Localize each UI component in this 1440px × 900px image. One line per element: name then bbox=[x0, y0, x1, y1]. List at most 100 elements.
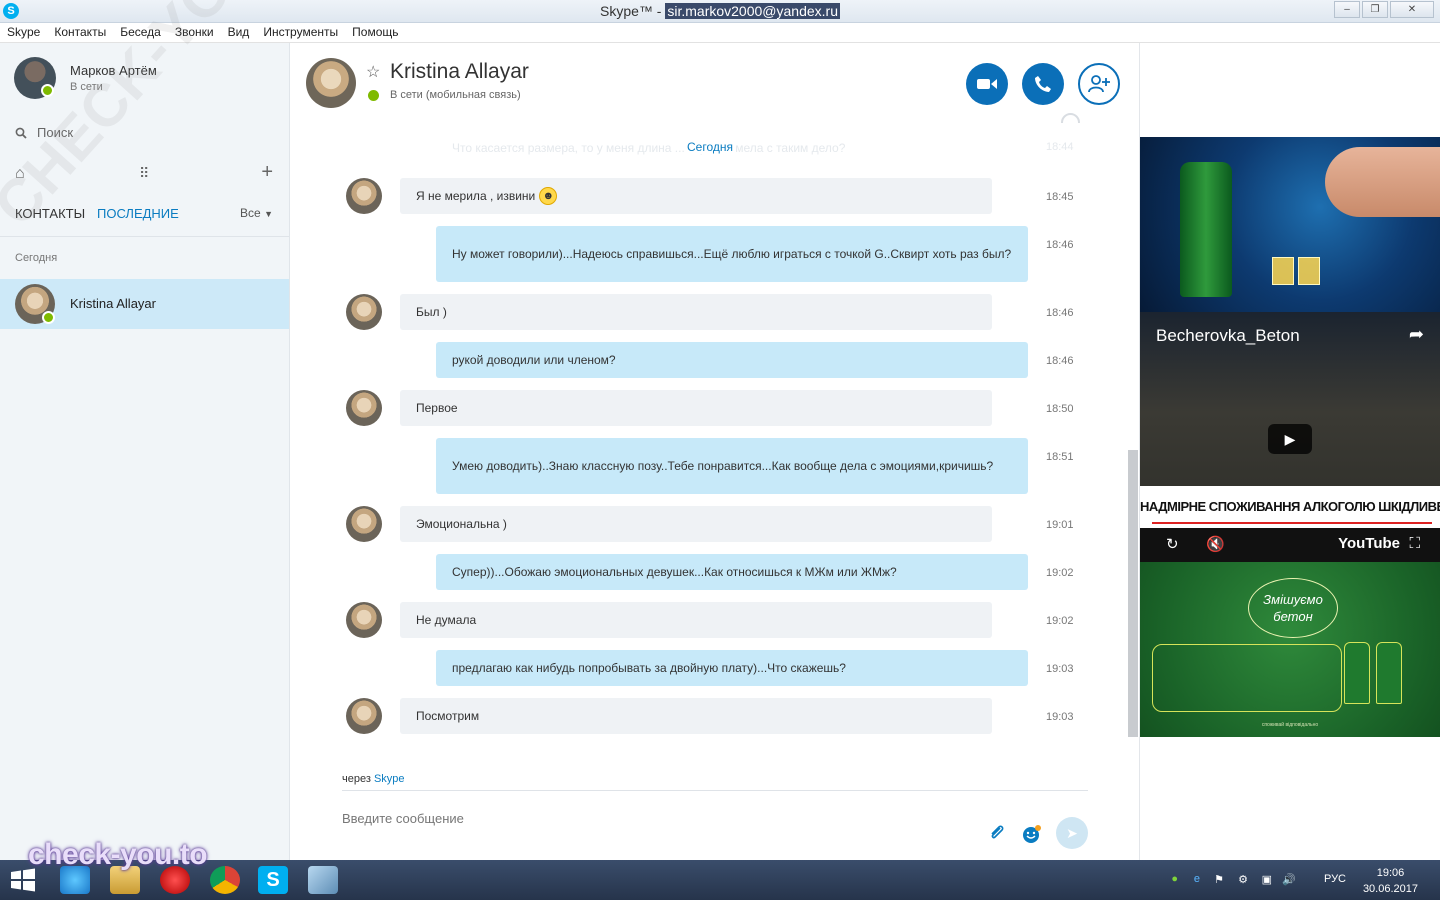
replay-icon[interactable]: ↻ bbox=[1166, 535, 1179, 553]
message-time: 18:45 bbox=[1046, 191, 1074, 203]
ad-video[interactable]: Becherovka_Beton ➦ ▶ НАДМІРНЕ СПОЖИВАННЯ… bbox=[1140, 312, 1440, 562]
message-text: Первое bbox=[416, 401, 458, 415]
composer-divider bbox=[342, 790, 1088, 791]
play-button[interactable]: ▶ bbox=[1268, 424, 1312, 454]
send-button[interactable]: ➤ bbox=[1056, 817, 1088, 849]
watermark: check-you.to bbox=[28, 838, 208, 871]
message-incoming[interactable]: Первое bbox=[400, 390, 992, 426]
date-divider: Сегодня bbox=[685, 140, 735, 154]
warning-underline bbox=[1152, 522, 1432, 524]
message-text: Я не мерила , извини bbox=[416, 189, 536, 203]
message-time: 18:46 bbox=[1046, 355, 1074, 367]
message-incoming[interactable]: Не думала bbox=[400, 602, 992, 638]
menu-contacts[interactable]: Контакты bbox=[54, 23, 106, 42]
paperclip-icon[interactable] bbox=[988, 824, 1006, 847]
message-text: Посмотрим bbox=[416, 709, 480, 723]
message-time: 19:03 bbox=[1046, 711, 1074, 723]
message-time: 19:03 bbox=[1046, 663, 1074, 675]
arm-image bbox=[1325, 147, 1440, 217]
close-button[interactable]: ✕ bbox=[1390, 1, 1434, 18]
message-scrollbar[interactable] bbox=[1128, 450, 1138, 737]
message-text: Умею доводить)..Знаю классную позу..Тебе… bbox=[452, 459, 994, 473]
ad-banner-bottom[interactable]: Змішуємо бетон споживай відповідально bbox=[1140, 562, 1440, 737]
tab-recent[interactable]: ПОСЛЕДНИЕ bbox=[97, 206, 179, 221]
message-text: предлагаю как нибудь попробывать за двой… bbox=[452, 661, 846, 675]
youtube-logo[interactable]: YouTube bbox=[1338, 535, 1400, 552]
message-outgoing[interactable]: Супер))...Обожаю эмоциональных девушек..… bbox=[436, 554, 1028, 590]
mute-icon[interactable]: 🔇 bbox=[1206, 535, 1225, 553]
message-avatar[interactable] bbox=[346, 698, 382, 734]
minimize-button[interactable]: ‒ bbox=[1334, 1, 1360, 18]
chevron-down-icon: ▼ bbox=[264, 209, 273, 219]
via-skype-link[interactable]: Skype bbox=[374, 773, 405, 785]
flag-icon[interactable]: ⚑ bbox=[1214, 873, 1224, 886]
volume-icon[interactable]: 🔊 bbox=[1282, 873, 1296, 886]
menu-skype[interactable]: Skype bbox=[7, 23, 40, 42]
fullscreen-icon[interactable]: ⛶ bbox=[1409, 535, 1420, 552]
message-avatar[interactable] bbox=[346, 506, 382, 542]
message-incoming[interactable]: Эмоциональна ) bbox=[400, 506, 992, 542]
message-incoming[interactable]: Был ) bbox=[400, 294, 992, 330]
ad-banner-top[interactable] bbox=[1140, 137, 1440, 312]
message-avatar[interactable] bbox=[346, 602, 382, 638]
search-icon bbox=[15, 127, 27, 139]
chat-contact-name[interactable]: Kristina Allayar bbox=[390, 60, 529, 84]
chrome-icon[interactable] bbox=[210, 866, 240, 894]
video-call-button[interactable] bbox=[966, 63, 1008, 105]
message-avatar[interactable] bbox=[346, 390, 382, 426]
add-people-button[interactable] bbox=[1078, 63, 1120, 105]
message-text: Ну может говорили)...Надеюсь справишься.… bbox=[452, 247, 1012, 261]
phone-icon bbox=[1035, 76, 1051, 92]
message-list[interactable]: Что касается размера, то у меня длина ..… bbox=[290, 123, 1128, 860]
chat-contact-status: В сети (мобильная связь) bbox=[390, 89, 521, 101]
audio-call-button[interactable] bbox=[1022, 63, 1064, 105]
add-icon[interactable]: + bbox=[261, 161, 273, 184]
tray-app-icon[interactable]: ● bbox=[1171, 873, 1178, 885]
message-incoming[interactable]: Посмотрим bbox=[400, 698, 992, 734]
contact-name: Kristina Allayar bbox=[70, 296, 156, 311]
message-time: 18:50 bbox=[1046, 403, 1074, 415]
network-icon[interactable]: ▣ bbox=[1262, 873, 1272, 886]
message-time: 19:02 bbox=[1046, 567, 1074, 579]
language-indicator[interactable]: РУС bbox=[1324, 873, 1346, 885]
settings-icon[interactable]: ⚙ bbox=[1238, 873, 1248, 886]
message-time: 19:02 bbox=[1046, 615, 1074, 627]
message-outgoing[interactable]: предлагаю как нибудь попробывать за двой… bbox=[436, 650, 1028, 686]
share-icon[interactable]: ➦ bbox=[1409, 324, 1424, 345]
via-label: через Skype bbox=[342, 773, 405, 785]
send-icon: ➤ bbox=[1066, 825, 1078, 841]
message-outgoing[interactable]: Ну может говорили)...Надеюсь справишься.… bbox=[436, 226, 1028, 282]
divider bbox=[0, 236, 289, 237]
clock-time: 19:06 bbox=[1376, 867, 1405, 879]
dialpad-icon[interactable]: ⠿ bbox=[139, 165, 149, 182]
glass-image bbox=[1272, 257, 1294, 285]
message-time: 19:01 bbox=[1046, 519, 1074, 531]
message-input[interactable]: Введите сообщение bbox=[342, 811, 464, 826]
message-incoming[interactable]: Я не мерила , извини ☻ bbox=[400, 178, 992, 214]
clock[interactable]: 19:06 30.06.2017 bbox=[1363, 865, 1418, 897]
message-text: Не думала bbox=[416, 613, 477, 627]
maximize-button[interactable]: ❐ bbox=[1362, 1, 1388, 18]
menu-tools[interactable]: Инструменты bbox=[263, 23, 338, 42]
menu-view[interactable]: Вид bbox=[228, 23, 250, 42]
message-avatar[interactable] bbox=[346, 178, 382, 214]
filter-dropdown[interactable]: Все ▼ bbox=[240, 206, 273, 220]
video-title[interactable]: Becherovka_Beton bbox=[1156, 326, 1300, 346]
message-outgoing[interactable]: Умею доводить)..Знаю классную позу..Тебе… bbox=[436, 438, 1028, 494]
video-camera-icon bbox=[977, 79, 997, 89]
grin-emoji-icon: ☻ bbox=[539, 187, 558, 205]
menu-help[interactable]: Помощь bbox=[352, 23, 398, 42]
recent-contact-item[interactable]: Kristina Allayar bbox=[0, 279, 289, 329]
tray-e-icon[interactable]: e bbox=[1194, 873, 1200, 885]
message-time: 18:51 bbox=[1046, 451, 1074, 463]
message-outgoing[interactable]: рукой доводили или членом? bbox=[436, 342, 1028, 378]
message-text: Эмоциональна ) bbox=[416, 517, 507, 531]
taskbar: S ● e ⚑ ⚙ ▣ 🔊 РУС 19:06 30.06.2017 bbox=[0, 860, 1440, 900]
chat-avatar[interactable] bbox=[306, 58, 356, 108]
notepad-icon[interactable] bbox=[308, 866, 338, 894]
skype-taskbar-icon[interactable]: S bbox=[258, 866, 288, 894]
emoticon-icon[interactable] bbox=[1022, 824, 1042, 849]
message-text: Супер))...Обожаю эмоциональных девушек..… bbox=[452, 565, 897, 579]
favorite-star-icon[interactable]: ☆ bbox=[366, 62, 380, 82]
message-avatar[interactable] bbox=[346, 294, 382, 330]
